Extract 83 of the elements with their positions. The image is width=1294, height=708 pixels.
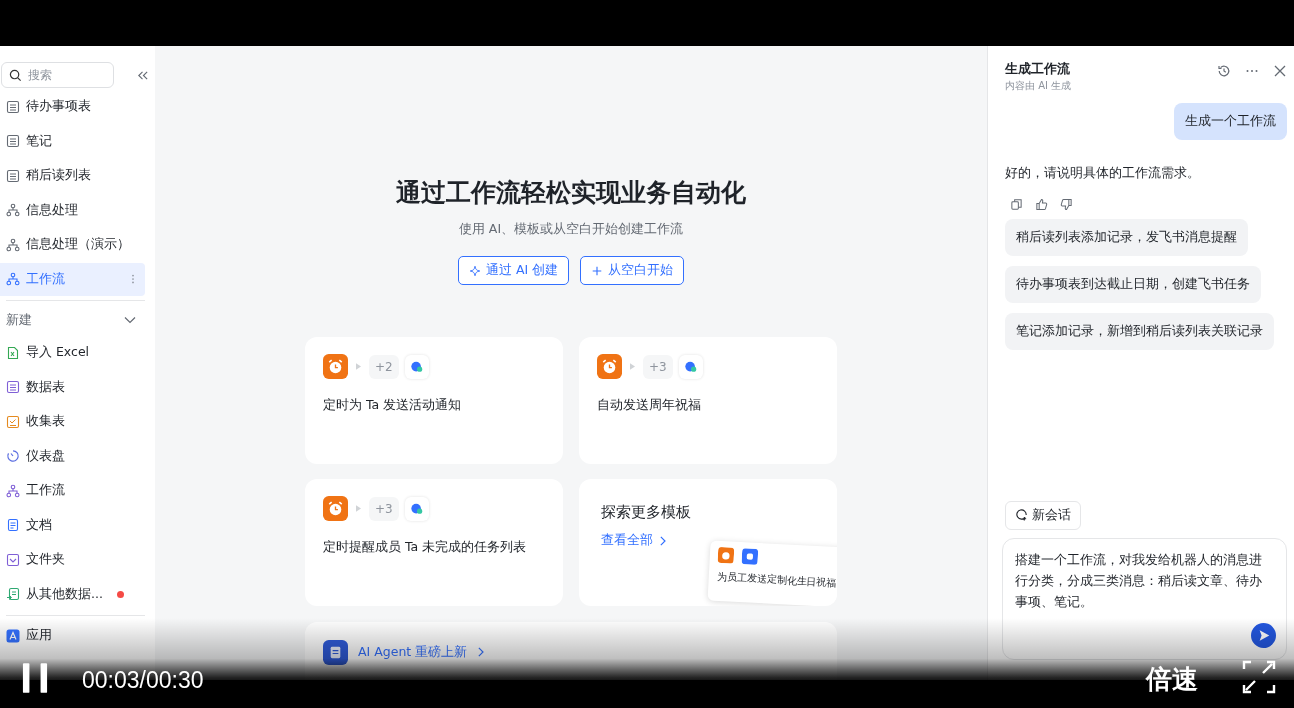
notification-dot: [116, 590, 124, 598]
sidebar-item[interactable]: 笔记: [0, 124, 145, 158]
sidebar-item[interactable]: 稍后读列表: [0, 159, 145, 192]
banner-text: AI Agent 重磅上新: [358, 643, 468, 661]
plus-icon: [591, 264, 604, 277]
assistant-message: 好的，请说明具体的工作流需求。: [1005, 165, 1201, 182]
flowchart-icon: [6, 483, 20, 498]
spreadsheet-file-icon: [6, 345, 20, 360]
new-chat-icon: [1015, 509, 1028, 522]
table-icon: [6, 380, 20, 394]
new-item[interactable]: 文件夹: [0, 543, 145, 576]
alarm-clock-icon: [597, 354, 622, 379]
send-button[interactable]: [1251, 623, 1276, 648]
suggestion-chip[interactable]: 稍后读列表添加记录，发飞书消息提醒: [1005, 219, 1248, 256]
close-icon[interactable]: [1273, 64, 1287, 78]
template-card[interactable]: +3 定时提醒成员 Ta 未完成的任务列表: [305, 479, 563, 606]
search-icon: [9, 68, 22, 82]
flowchart-icon: [6, 203, 20, 217]
create-button[interactable]: 通过 AI 创建: [457, 256, 570, 285]
document-icon: [6, 518, 20, 532]
page-title: 通过工作流轻松实现业务自动化: [396, 177, 746, 209]
new-chat-button[interactable]: 新会话: [1005, 501, 1081, 530]
history-icon[interactable]: [1217, 64, 1231, 78]
thumbs-up-icon[interactable]: [1035, 198, 1048, 211]
arrow-icon: [356, 505, 361, 512]
flowchart-icon: [6, 237, 20, 252]
flowchart-icon: [6, 272, 20, 286]
section-header[interactable]: 新建: [0, 304, 137, 336]
collapse-icon[interactable]: [136, 68, 149, 82]
template-title: 定时为 Ta 发送活动通知: [323, 397, 463, 414]
arrow-icon: [630, 363, 635, 370]
template-title: 定时提醒成员 Ta 未完成的任务列表: [323, 539, 528, 556]
new-item[interactable]: 工作流: [0, 474, 145, 507]
speed-button[interactable]: 倍速: [1146, 664, 1198, 694]
import-icon: [6, 587, 20, 601]
arrow-icon: [356, 363, 361, 370]
create-button[interactable]: 从空白开始: [580, 256, 685, 285]
step-count: +3: [369, 496, 399, 521]
document-icon: [323, 639, 348, 665]
user-message: 生成一个工作流: [1174, 103, 1287, 140]
suggestion-chip[interactable]: 待办事项表到达截止日期，创建飞书任务: [1005, 266, 1261, 303]
step-count: +3: [643, 354, 673, 379]
step-count: +2: [369, 354, 399, 379]
table-icon: [6, 99, 20, 114]
new-item[interactable]: 文档: [0, 508, 145, 542]
alarm-clock-icon: [717, 546, 735, 564]
alarm-clock-icon: [323, 496, 348, 521]
thumbs-down-icon[interactable]: [1060, 198, 1073, 211]
template-preview: 为员工发送定制化生日祝福: [707, 540, 837, 606]
search-field[interactable]: 搜索: [1, 62, 114, 88]
fullscreen-icon[interactable]: [1242, 660, 1276, 694]
view-all-link[interactable]: 查看全部: [601, 532, 666, 549]
playback-time: 00:03/00:30: [82, 666, 204, 694]
panel-subtitle: 内容由 AI 生成: [1005, 79, 1072, 93]
message-input[interactable]: 搭建一个工作流，对我发给机器人的消息进行分类，分成三类消息：稍后读文章、待办事项、笔记。: [1002, 538, 1287, 660]
chevron-icon: [659, 535, 666, 546]
sidebar-item[interactable]: 工作流: [0, 262, 145, 296]
chevron-icon: [477, 647, 485, 657]
template-card[interactable]: +3 自动发送周年祝福: [579, 337, 837, 464]
sidebar-item[interactable]: 信息处理（演示）: [0, 228, 145, 261]
page-subtitle: 使用 AI、模板或从空白开始创建工作流: [458, 221, 684, 238]
template-card[interactable]: +2 定时为 Ta 发送活动通知: [305, 337, 563, 464]
panel-title: 生成工作流: [1005, 61, 1071, 78]
app-icon: [6, 628, 20, 643]
new-item[interactable]: 从其他数据...: [0, 577, 145, 611]
new-item[interactable]: 数据表: [0, 370, 145, 404]
copy-icon[interactable]: [1010, 198, 1023, 211]
new-item[interactable]: 仪表盘: [0, 439, 145, 473]
alarm-clock-icon: [323, 354, 348, 379]
sidebar-item[interactable]: 待办事项表: [0, 90, 145, 123]
new-item[interactable]: 收集表: [0, 405, 145, 438]
gauge-icon: [6, 449, 20, 463]
explore-title: 探索更多模板: [601, 503, 692, 522]
suggestion-chip[interactable]: 笔记添加记录，新增到稍后读列表关联记录: [1005, 313, 1274, 350]
sparkle-icon: [468, 264, 481, 277]
template-title: 自动发送周年祝福: [597, 397, 702, 414]
new-item[interactable]: 导入 Excel: [0, 336, 145, 369]
table-icon: [6, 134, 20, 148]
folder-icon: [6, 552, 20, 567]
sidebar-item[interactable]: 信息处理: [0, 193, 145, 227]
checklist-icon: [6, 414, 20, 429]
pause-icon[interactable]: [22, 662, 48, 694]
table-icon: [6, 168, 20, 183]
